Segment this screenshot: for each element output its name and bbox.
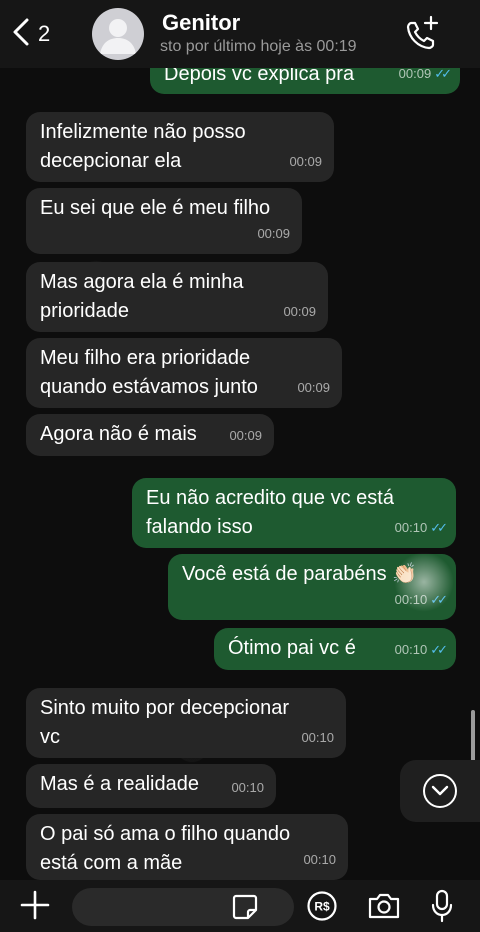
read-ticks-icon: ✓✓ [430,642,448,657]
last-seen-status: sto por último hoje às 00:19 [160,38,357,55]
back-button[interactable]: 2 [10,14,50,54]
message-time: 00:10✓✓ [394,642,448,657]
plus-icon [20,890,50,920]
message-incoming[interactable]: Sinto muito por decepcionar vc 00:10 [26,688,346,758]
chevron-left-icon [10,17,32,52]
message-incoming[interactable]: Eu sei que ele é meu filho 00:09 [26,188,302,254]
sticker-icon [232,894,258,920]
message-time: 00:09 [297,380,330,395]
read-ticks-icon: ✓✓ [434,66,452,81]
message-time: 00:10✓✓ [394,520,448,535]
chevron-down-icon [423,774,457,808]
message-text: Eu sei que ele é meu filho [40,197,271,219]
scroll-indicator[interactable] [471,710,475,764]
message-incoming[interactable]: Agora não é mais 00:09 [26,414,274,456]
microphone-icon [431,889,453,923]
scroll-to-bottom-button[interactable] [400,760,480,822]
message-text: Mas agora ela é minha prioridade [40,271,244,322]
unread-count: 2 [38,21,51,46]
message-time: 00:09 [289,154,322,169]
message-time: 00:09 [283,304,316,319]
pix-icon: R$ [307,891,337,921]
reaction-glow [394,552,454,612]
message-incoming[interactable]: O pai só ama o filho quando está com a m… [26,814,348,880]
payment-button[interactable]: R$ [306,890,338,922]
message-outgoing[interactable]: Eu não acredito que vc está falando isso… [132,478,456,548]
sticker-button[interactable] [230,892,260,922]
message-outgoing[interactable]: Ótimo pai vc é 00:10 ✓✓ [214,628,456,670]
message-time: 00:10 [231,780,264,795]
svg-text:R$: R$ [314,900,330,914]
camera-icon [368,893,400,919]
phone-plus-icon [406,15,439,50]
message-text: Meu filho era prioridade quando estávamo… [40,347,258,398]
message-incoming[interactable]: Infelizmente não posso decepcionar ela 0… [26,112,334,182]
avatar[interactable] [92,8,144,60]
message-time: 00:09 [257,226,290,241]
message-text: Agora não é mais [40,423,197,445]
attach-button[interactable] [18,888,52,922]
message-time: 00:10 [301,730,334,745]
message-incoming[interactable]: Mas agora ela é minha prioridade 00:09 [26,262,328,332]
input-bar: R$ [0,880,480,932]
chat-screen: Depois vc explica pra 00:09 ✓✓ Infelizmen… [0,0,480,932]
microphone-button[interactable] [430,888,454,924]
message-text: Mas é a realidade [40,773,199,795]
message-text: Infelizmente não posso decepcionar ela [40,121,246,172]
message-input[interactable] [72,888,294,926]
contact-name[interactable]: Genitor [162,10,240,36]
message-time: 00:09 [229,428,262,443]
camera-button[interactable] [366,890,402,922]
person-icon [100,19,136,54]
add-call-button[interactable] [402,14,442,54]
message-incoming[interactable]: Meu filho era prioridade quando estávamo… [26,338,342,408]
message-text: Sinto muito por decepcionar vc [40,697,290,748]
message-incoming[interactable]: Mas é a realidade 00:10 [26,764,276,808]
read-ticks-icon: ✓✓ [430,520,448,535]
message-time: 00:10 [303,852,336,867]
message-text: O pai só ama o filho quando está com a m… [40,823,291,874]
chat-header: 2 Genitor sto por último hoje às 00:19 [0,0,480,68]
